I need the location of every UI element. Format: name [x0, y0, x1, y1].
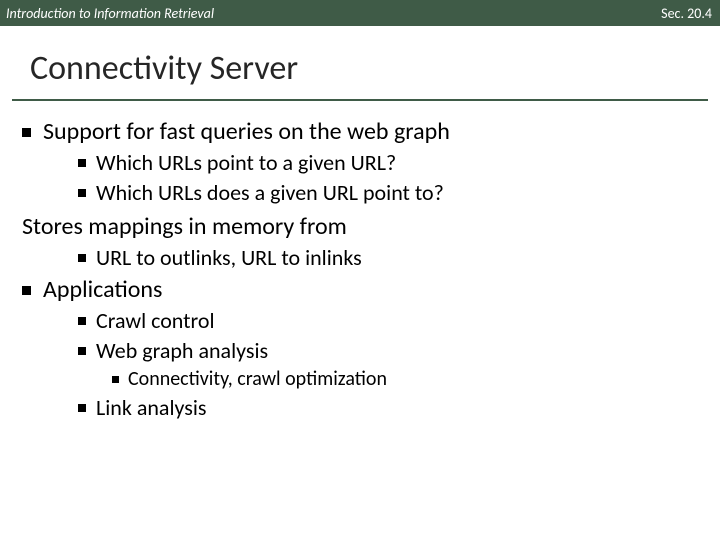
square-bullet-icon: [22, 286, 31, 295]
slide-title: Connectivity Server: [30, 48, 720, 89]
square-bullet-icon: [22, 128, 31, 137]
bullet-level2: Crawl control: [78, 307, 698, 334]
bullet-text: URL to outlinks, URL to inlinks: [96, 244, 362, 271]
bullet-text: Support for fast queries on the web grap…: [43, 117, 450, 146]
title-area: Connectivity Server: [0, 26, 720, 95]
bullet-text: Stores mappings in memory from: [22, 212, 347, 241]
bullet-level2: URL to outlinks, URL to inlinks: [78, 244, 698, 271]
bullet-level2: Which URLs point to a given URL?: [78, 149, 698, 176]
square-bullet-icon: [78, 317, 86, 325]
bullet-level1-nobullet: Stores mappings in memory from: [22, 212, 698, 241]
bullet-level2: Web graph analysis: [78, 337, 698, 364]
slide-header: Introduction to Information Retrieval Se…: [0, 0, 720, 26]
bullet-text: Link analysis: [96, 394, 207, 421]
bullet-text: Which URLs point to a given URL?: [96, 149, 396, 176]
square-bullet-icon: [78, 347, 86, 355]
square-bullet-icon: [112, 376, 119, 383]
bullet-text: Applications: [43, 275, 162, 304]
header-section-text: Sec. 20.4: [661, 5, 712, 22]
bullet-level2: Which URLs does a given URL point to?: [78, 179, 698, 206]
bullet-level2: Link analysis: [78, 394, 698, 421]
square-bullet-icon: [78, 404, 86, 412]
bullet-level1: Support for fast queries on the web grap…: [22, 117, 698, 146]
header-left-text: Introduction to Information Retrieval: [6, 5, 214, 22]
square-bullet-icon: [78, 254, 86, 262]
slide-body: Support for fast queries on the web grap…: [0, 101, 720, 421]
square-bullet-icon: [78, 159, 86, 167]
bullet-text: Crawl control: [96, 307, 215, 334]
bullet-text: Web graph analysis: [96, 337, 268, 364]
bullet-text: Which URLs does a given URL point to?: [96, 179, 444, 206]
square-bullet-icon: [78, 189, 86, 197]
bullet-level3: Connectivity, crawl optimization: [112, 367, 698, 391]
bullet-level1: Applications: [22, 275, 698, 304]
bullet-text: Connectivity, crawl optimization: [128, 367, 387, 391]
